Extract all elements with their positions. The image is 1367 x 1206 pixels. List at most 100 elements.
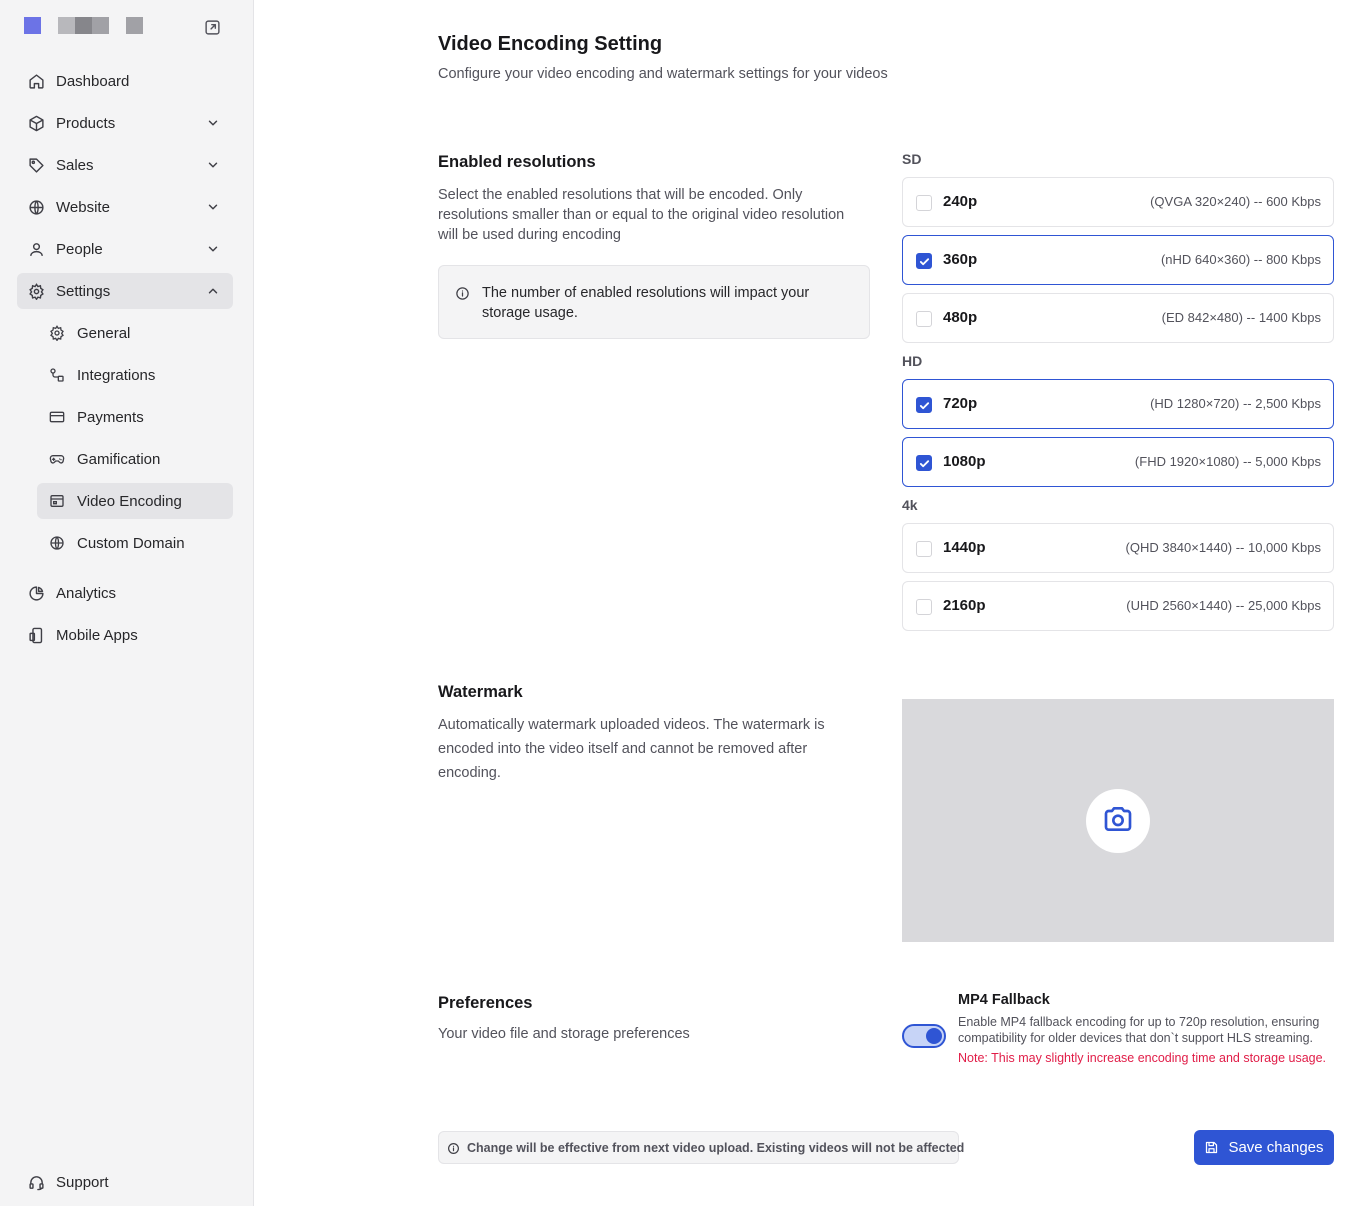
section-title-resolutions: Enabled resolutions <box>438 153 596 171</box>
sidebar-subitem-general[interactable]: General <box>37 315 233 351</box>
logo <box>24 17 230 37</box>
resolution-option-360p[interactable]: 360p (nHD 640×360) -- 800 Kbps <box>902 235 1334 285</box>
resolution-name: 240p <box>943 193 978 210</box>
sidebar-item-settings[interactable]: Settings <box>17 273 233 309</box>
resolution-option-720p[interactable]: 720p (HD 1280×720) -- 2,500 Kbps <box>902 379 1334 429</box>
save-icon <box>1204 1140 1219 1155</box>
group-label-hd: HD <box>902 353 923 369</box>
gamepad-icon <box>49 451 65 467</box>
resolution-option-480p[interactable]: 480p (ED 842×480) -- 1400 Kbps <box>902 293 1334 343</box>
sidebar-item-website[interactable]: Website <box>17 189 233 225</box>
section-desc-preferences: Your video file and storage preferences <box>438 1026 690 1042</box>
group-label-sd: SD <box>902 151 922 167</box>
save-changes-label: Save changes <box>1228 1139 1324 1156</box>
resolution-spec: (QHD 3840×1440) -- 10,000 Kbps <box>1125 540 1321 555</box>
sidebar-item-people[interactable]: People <box>17 231 233 267</box>
box-icon <box>28 115 45 132</box>
resolution-spec: (FHD 1920×1080) -- 5,000 Kbps <box>1134 454 1321 469</box>
sidebar-item-label: Products <box>56 114 116 132</box>
resolution-name: 360p <box>943 251 978 268</box>
sidebar: Dashboard Products Sales Website People … <box>0 0 254 1206</box>
sidebar-subitem-label: Video Encoding <box>77 492 182 510</box>
sidebar-subitem-video-encoding[interactable]: Video Encoding <box>37 483 233 519</box>
sidebar-subitem-integrations[interactable]: Integrations <box>37 357 233 393</box>
resolution-name: 480p <box>943 309 978 326</box>
external-link-icon[interactable] <box>204 19 221 36</box>
resolution-checkbox[interactable] <box>916 311 932 327</box>
section-title-preferences: Preferences <box>438 994 533 1012</box>
section-title-watermark: Watermark <box>438 683 523 701</box>
sidebar-item-label: Analytics <box>56 584 117 602</box>
section-desc-watermark: Automatically watermark uploaded videos.… <box>438 717 825 781</box>
mp4-fallback-title: MP4 Fallback <box>958 992 1050 1008</box>
page-title: Video Encoding Setting <box>438 33 663 55</box>
globe-icon <box>28 199 45 216</box>
integrations-icon <box>49 367 65 383</box>
resolution-spec: (QVGA 320×240) -- 600 Kbps <box>1150 194 1321 209</box>
watermark-upload-area[interactable] <box>902 699 1334 942</box>
mp4-fallback-note: Note: This may slightly increase encodin… <box>958 1051 1327 1065</box>
sidebar-subitem-payments[interactable]: Payments <box>37 399 233 435</box>
resolution-name: 1440p <box>943 539 986 556</box>
resolution-name: 2160p <box>943 597 986 614</box>
resolution-option-1080p[interactable]: 1080p (FHD 1920×1080) -- 5,000 Kbps <box>902 437 1334 487</box>
user-icon <box>28 241 45 258</box>
resolution-option-1440p[interactable]: 1440p (QHD 3840×1440) -- 10,000 Kbps <box>902 523 1334 573</box>
mobile-icon <box>28 627 45 644</box>
headset-icon <box>28 1174 45 1191</box>
mp4-fallback-toggle[interactable] <box>902 1024 946 1048</box>
group-label-4k: 4k <box>902 497 918 513</box>
sidebar-item-support[interactable]: Support <box>17 1164 233 1200</box>
sidebar-item-analytics[interactable]: Analytics <box>17 575 233 611</box>
resolution-checkbox[interactable] <box>916 195 932 211</box>
sidebar-subitem-gamification[interactable]: Gamification <box>37 441 233 477</box>
chevron-down-icon <box>206 200 220 214</box>
resolution-option-2160p[interactable]: 2160p (UHD 2560×1440) -- 25,000 Kbps <box>902 581 1334 631</box>
sidebar-subitem-custom-domain[interactable]: Custom Domain <box>37 525 233 561</box>
sidebar-item-dashboard[interactable]: Dashboard <box>17 63 233 99</box>
mp4-fallback-description: Enable MP4 fallback encoding for up to 7… <box>958 1015 1320 1045</box>
sidebar-item-mobile-apps[interactable]: Mobile Apps <box>17 617 233 653</box>
pie-chart-icon <box>28 585 45 602</box>
resolution-checkbox[interactable] <box>916 397 932 413</box>
resolution-checkbox[interactable] <box>916 541 932 557</box>
resolution-checkbox[interactable] <box>916 455 932 471</box>
check-icon <box>919 258 930 266</box>
resolution-checkbox[interactable] <box>916 253 932 269</box>
page-subtitle: Configure your video encoding and waterm… <box>438 66 888 82</box>
section-desc-resolutions: Select the enabled resolutions that will… <box>438 187 845 243</box>
check-icon <box>919 460 930 468</box>
sidebar-subitem-label: Gamification <box>77 450 161 468</box>
credit-card-icon <box>49 409 65 425</box>
home-icon <box>28 73 45 90</box>
chevron-down-icon <box>206 116 220 130</box>
resolution-spec: (nHD 640×360) -- 800 Kbps <box>1160 252 1321 267</box>
storage-info-text: The number of enabled resolutions will i… <box>482 285 810 321</box>
sidebar-item-label: Website <box>56 198 110 216</box>
sidebar-item-label: Sales <box>56 156 94 174</box>
save-changes-button[interactable]: Save changes <box>1194 1130 1334 1165</box>
gear-icon <box>28 282 45 300</box>
watermark-upload-button[interactable] <box>1086 789 1150 853</box>
resolution-spec: (UHD 2560×1440) -- 25,000 Kbps <box>1126 598 1321 613</box>
resolution-option-240p[interactable]: 240p (QVGA 320×240) -- 600 Kbps <box>902 177 1334 227</box>
main-content: Video Encoding Setting Configure your vi… <box>254 0 1367 1206</box>
sidebar-subitem-label: Integrations <box>77 366 156 384</box>
storage-info-box: The number of enabled resolutions will i… <box>438 265 870 339</box>
chevron-up-icon <box>206 284 220 298</box>
change-notice: Change will be effective from next video… <box>438 1131 964 1164</box>
resolution-checkbox[interactable] <box>916 599 932 615</box>
camera-icon <box>1102 803 1134 840</box>
sidebar-item-label: Settings <box>56 282 111 300</box>
check-icon <box>919 402 930 410</box>
chevron-down-icon <box>206 158 220 172</box>
sidebar-subitem-label: Payments <box>77 408 144 426</box>
sidebar-item-sales[interactable]: Sales <box>17 147 233 183</box>
sidebar-item-label: Dashboard <box>56 72 130 90</box>
sidebar-item-label: Mobile Apps <box>56 626 138 644</box>
sidebar-item-products[interactable]: Products <box>17 105 233 141</box>
gear-icon <box>49 325 65 341</box>
resolution-name: 720p <box>943 395 978 412</box>
info-icon <box>455 286 470 301</box>
chevron-down-icon <box>206 242 220 256</box>
